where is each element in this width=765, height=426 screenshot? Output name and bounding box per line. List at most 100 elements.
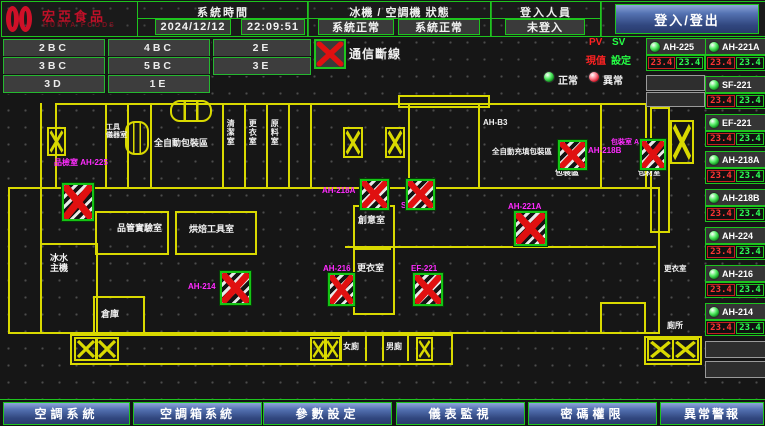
ahu-status: 系統正常 [398, 19, 480, 35]
empty-unit-slot [646, 75, 705, 91]
pv-column-label: 現值 [586, 52, 606, 67]
ahu-device-comm-fail-icon[interactable] [328, 273, 355, 306]
floor-button-3d[interactable]: 3D [3, 75, 105, 93]
stair-x-icon [47, 127, 66, 156]
room-label: 工具 儀器室 [106, 124, 127, 140]
floor-button-1e[interactable]: 1E [108, 75, 210, 93]
unit-button-ah-224[interactable]: AH-224 [705, 227, 765, 244]
unit-button-ah-216[interactable]: AH-216 [705, 265, 765, 282]
unit-led-icon [708, 192, 720, 204]
stair-x-icon [385, 127, 405, 158]
unit-readings: 23.423.4 [705, 168, 765, 184]
unit-name: AH-218B [722, 193, 760, 203]
unit-button-sf-221[interactable]: SF-221 [705, 76, 765, 93]
unit-button-ah-218a[interactable]: AH-218A [705, 151, 765, 168]
ahu-device-comm-fail-icon[interactable] [406, 179, 435, 210]
floor-button-2e[interactable]: 2E [213, 39, 311, 57]
sv-header: SV [612, 37, 625, 48]
stair-x-icon [670, 120, 694, 164]
unit-button-ah-214[interactable]: AH-214 [705, 303, 765, 320]
sv-value: 23.4 [676, 57, 703, 69]
room-label: 女廁 [343, 342, 359, 351]
room-label: 包材室 [638, 169, 661, 178]
pv-value: 23.4 [707, 322, 735, 334]
room-label: 烘焙工具室 [189, 224, 234, 234]
stair-x-icon [95, 337, 119, 361]
login-user-value: 未登入 [505, 19, 585, 35]
room-label: 品管實驗室 [117, 223, 162, 233]
unit-led-icon [708, 306, 720, 318]
ahu-device-comm-fail-icon[interactable] [514, 211, 547, 246]
room-label: 倉庫 [101, 309, 119, 319]
nav-button-ahu-system[interactable]: 空調箱系統 [133, 402, 262, 425]
unit-readings: 23.423.4 [705, 93, 765, 109]
pv-value: 23.4 [707, 95, 735, 107]
normal-led-icon [543, 71, 555, 83]
pv-header: PV [589, 37, 602, 48]
brand-name-en: HUNYA FOODS [43, 22, 135, 29]
unit-name: AH-224 [722, 231, 753, 241]
unit-name: AH-221A [722, 42, 760, 52]
ahu-device-comm-fail-icon[interactable] [413, 273, 443, 306]
nav-button-password-auth[interactable]: 密碼權限 [528, 402, 657, 425]
room-label: 清潔室 [226, 119, 235, 146]
nav-button-parameter-settings[interactable]: 參數設定 [263, 402, 392, 425]
unit-name: AH-225 [663, 42, 694, 52]
stair-x-icon [324, 337, 341, 361]
sv-value: 23.4 [736, 133, 764, 145]
hmi-screen: 宏亞食品 HUNYA FOODS 系統時間 2024/12/12 22:09:5… [0, 0, 765, 426]
pv-value: 23.4 [648, 57, 675, 69]
pv-value: 23.4 [707, 246, 735, 258]
device-label: AH-218A [322, 186, 355, 196]
floor-button-2bc[interactable]: 2BC [3, 39, 105, 57]
room-label: 創意室 [358, 215, 385, 225]
unit-readings: 23.423.4 [705, 55, 765, 71]
unit-button-ah-221a[interactable]: AH-221A [705, 38, 765, 55]
floor-button-4bc[interactable]: 4BC [108, 39, 210, 57]
empty-unit-slot [646, 92, 705, 107]
ahu-device-comm-fail-icon[interactable] [220, 271, 251, 305]
unit-readings: 23.423.4 [705, 320, 765, 336]
room-label: 廁所 [667, 321, 683, 330]
device-label: 品檢室 AH-225 [54, 158, 100, 168]
room-label: 更衣室 [248, 119, 257, 146]
logo-panel: 宏亞食品 HUNYA FOODS [1, 1, 138, 37]
pv-value: 23.4 [707, 170, 735, 182]
unit-button-ah-218b[interactable]: AH-218B [705, 189, 765, 206]
sv-value: 23.4 [736, 246, 764, 258]
sv-value: 23.4 [736, 208, 764, 220]
room-label: 更衣室 [357, 263, 384, 273]
hunya-logo-icon [6, 6, 36, 32]
wall-top-bump [398, 95, 490, 108]
unit-name: AH-218A [722, 155, 760, 165]
sv-value: 23.4 [736, 95, 764, 107]
unit-led-icon [649, 41, 661, 53]
room-label: 更衣室 [664, 265, 687, 274]
nav-button-meter-monitor[interactable]: 儀表監視 [396, 402, 525, 425]
login-logout-button[interactable]: 登入/登出 [615, 4, 759, 34]
empty-unit-slot [705, 361, 765, 378]
floor-button-3bc[interactable]: 3BC [3, 57, 105, 75]
ahu-device-comm-fail-icon[interactable] [360, 179, 389, 210]
unit-button-ef-221[interactable]: EF-221 [705, 114, 765, 131]
ahu-device-comm-fail-icon[interactable] [62, 183, 94, 221]
unit-led-icon [708, 230, 720, 242]
room-label: 全自動包裝區 [154, 138, 208, 148]
floor-button-3e[interactable]: 3E [213, 57, 311, 75]
unit-name: AH-216 [722, 269, 753, 279]
unit-name: SF-221 [722, 80, 752, 90]
nav-button-ac-system[interactable]: 空調系統 [3, 402, 130, 425]
nav-button-alarm[interactable]: 異常警報 [660, 402, 764, 425]
unit-name: AH-214 [722, 307, 753, 317]
ahu-device-comm-fail-icon[interactable] [558, 140, 587, 170]
sv-value: 23.4 [736, 322, 764, 334]
unit-readings: 23.423.4 [705, 244, 765, 260]
floor-button-5bc[interactable]: 5BC [108, 57, 210, 75]
stair-x-icon [647, 338, 674, 361]
unit-button-ah-225[interactable]: AH-225 [646, 38, 709, 55]
sv-value: 23.4 [736, 57, 764, 69]
ahu-device-comm-fail-icon[interactable] [640, 139, 666, 170]
unit-led-icon [708, 79, 720, 91]
unit-led-icon [708, 117, 720, 129]
empty-unit-slot [705, 341, 765, 358]
